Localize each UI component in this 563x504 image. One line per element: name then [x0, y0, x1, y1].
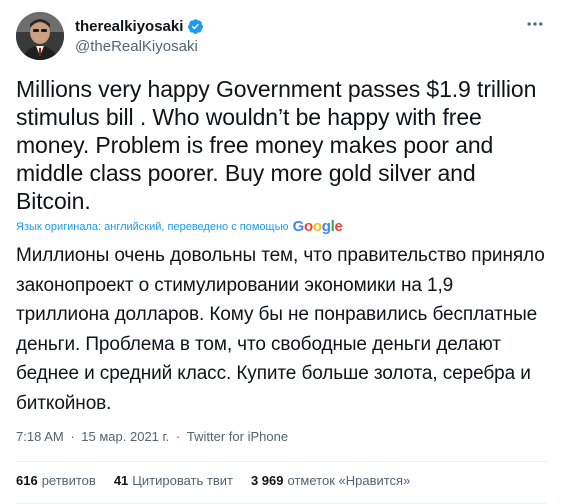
avatar[interactable] — [16, 12, 64, 60]
quotes-label: Цитировать твит — [132, 473, 233, 488]
meta-separator: · — [175, 429, 181, 444]
tweet-stats: 616 ретвитов 41 Цитировать твит 3 969 от… — [16, 464, 547, 497]
google-logo-letter: G — [292, 218, 305, 235]
likes-stat[interactable]: 3 969 отметок «Нравится» — [251, 473, 410, 488]
tweet-header: therealkiyosaki @theRealKiyosaki — [16, 10, 547, 62]
google-logo: Google — [293, 219, 343, 235]
quotes-count: 41 — [113, 473, 129, 488]
name-row: therealkiyosaki — [75, 17, 204, 36]
translation-note-text: Язык оригинала: английский, переведено с… — [16, 221, 289, 233]
user-handle[interactable]: @theRealKiyosaki — [75, 37, 204, 56]
tweet-card: therealkiyosaki @theRealKiyosaki Million… — [0, 0, 563, 504]
user-block: therealkiyosaki @theRealKiyosaki — [75, 17, 204, 56]
google-logo-letter: g — [321, 218, 331, 235]
retweets-stat[interactable]: 616 ретвитов — [16, 473, 96, 488]
display-name[interactable]: therealkiyosaki — [75, 17, 183, 36]
translated-text: Миллионы очень довольны тем, что правите… — [16, 245, 545, 414]
more-dots-icon[interactable] — [523, 12, 547, 36]
tweet-text: Millions very happy Government passes $1… — [16, 76, 537, 214]
google-logo-letter: o — [312, 218, 322, 235]
avatar-image — [16, 12, 64, 60]
retweets-label: ретвитов — [41, 473, 96, 488]
meta-separator: · — [70, 429, 75, 444]
google-logo-letter: o — [303, 218, 313, 235]
tweet-time[interactable]: 7:18 AM — [16, 429, 64, 444]
divider — [16, 461, 547, 462]
tweet-date[interactable]: 15 мар. 2021 г. — [81, 429, 169, 444]
translation-note[interactable]: Язык оригинала: английский, переведено с… — [16, 219, 547, 235]
verified-badge-icon — [187, 18, 204, 35]
tweet-source[interactable]: Twitter for iPhone — [187, 429, 288, 444]
google-logo-letter: e — [334, 218, 343, 235]
likes-label: отметок «Нравится» — [287, 473, 411, 488]
retweets-count: 616 — [16, 473, 38, 488]
quotes-stat[interactable]: 41 Цитировать твит — [114, 473, 233, 488]
tweet-meta: 7:18 AM · 15 мар. 2021 г. · Twitter for … — [16, 428, 547, 446]
likes-count: 3 969 — [250, 473, 284, 488]
